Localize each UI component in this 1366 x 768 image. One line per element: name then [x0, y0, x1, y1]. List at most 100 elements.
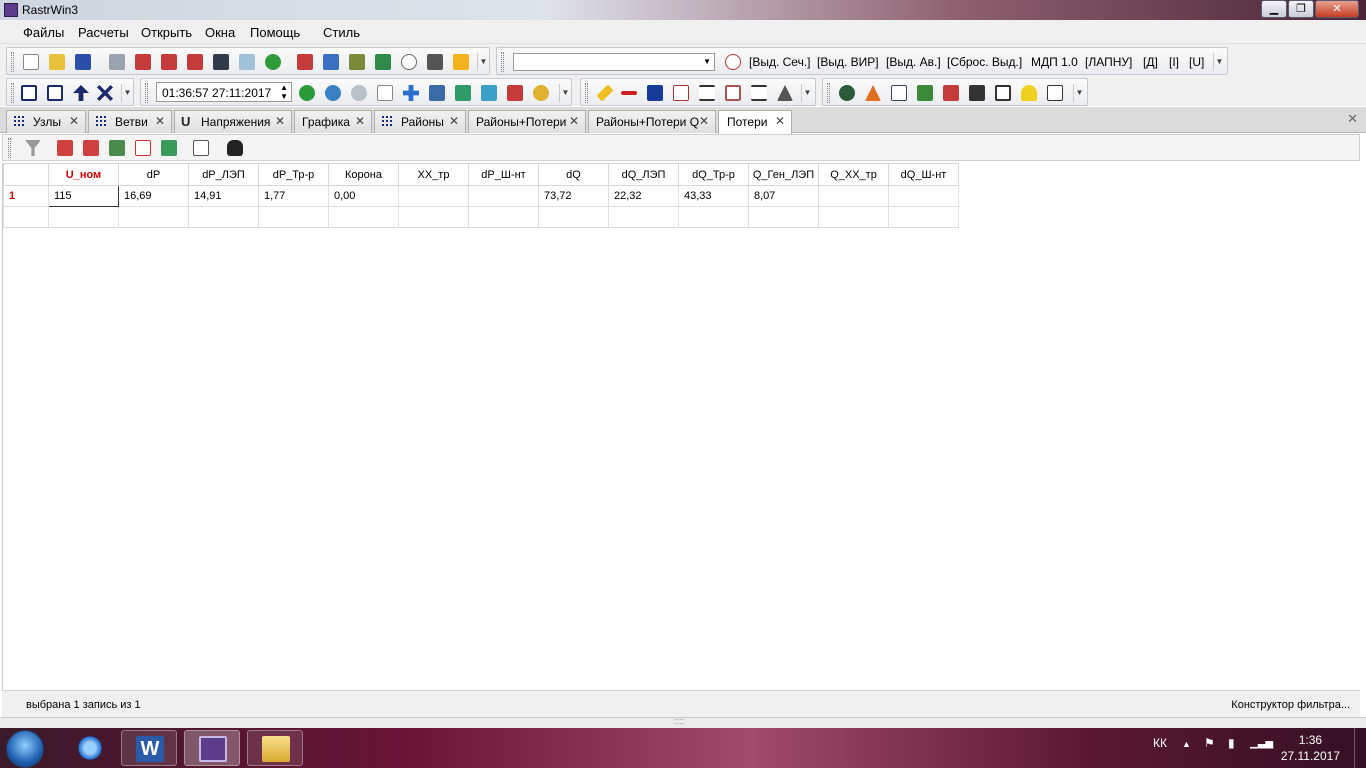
delete-row-icon[interactable] — [135, 140, 151, 156]
bug-icon[interactable] — [533, 85, 549, 101]
info-icon[interactable] — [401, 54, 417, 70]
u-button[interactable]: [U] — [1189, 55, 1204, 69]
bus-icon[interactable] — [647, 85, 663, 101]
column-header[interactable]: dP_Тр-р — [258, 163, 329, 186]
toolbar-grip[interactable] — [585, 83, 588, 103]
gauge-icon[interactable] — [725, 54, 741, 70]
line-icon[interactable] — [621, 91, 637, 95]
transformer-icon[interactable] — [725, 85, 741, 101]
tower-icon[interactable] — [777, 85, 793, 101]
fire-icon[interactable] — [865, 85, 881, 101]
column-header[interactable]: U_ном — [48, 163, 119, 186]
lamp-icon[interactable] — [1021, 85, 1037, 101]
new-file-icon[interactable] — [23, 54, 39, 70]
table-cell[interactable]: 22,32 — [608, 185, 679, 207]
save-icon[interactable] — [75, 54, 91, 70]
scheme-edit-icon[interactable] — [323, 54, 339, 70]
menu-style[interactable]: Стиль — [323, 25, 360, 40]
table-cell[interactable] — [48, 206, 119, 228]
open-folder-icon[interactable] — [49, 54, 65, 70]
select-accident-button[interactable]: [Выд. Ав.] — [886, 55, 941, 69]
table-cell[interactable] — [748, 206, 819, 228]
copy-table-icon[interactable] — [193, 140, 209, 156]
tab-losses[interactable]: Потери ✕ — [718, 110, 792, 134]
column-header[interactable]: Корона — [328, 163, 399, 186]
menu-calculations[interactable]: Расчеты — [78, 25, 129, 40]
close-icon[interactable]: ✕ — [699, 114, 709, 128]
plus-icon[interactable] — [403, 85, 419, 101]
marker-icon[interactable] — [481, 85, 497, 101]
toolbar-overflow-dropdown[interactable]: ▼ — [477, 53, 489, 71]
row-header-corner[interactable] — [3, 163, 49, 186]
new-record-row[interactable] — [3, 206, 959, 228]
table-cell[interactable] — [328, 206, 399, 228]
d-button[interactable]: [Д] — [1143, 55, 1158, 69]
reset-selection-button[interactable]: [Сброс. Выд.] — [947, 55, 1022, 69]
tab-nodes[interactable]: Узлы ✕ — [6, 110, 86, 133]
taskbar-ie[interactable] — [62, 730, 118, 766]
toolbar-overflow-dropdown[interactable]: ▼ — [1073, 84, 1085, 102]
taskbar-word[interactable]: W — [121, 730, 177, 766]
toolbar-overflow-dropdown[interactable]: ▼ — [1213, 53, 1225, 71]
table-cell[interactable] — [818, 206, 889, 228]
spin-arrows-icon[interactable]: ▲ ▼ — [280, 83, 288, 101]
network-delete-icon[interactable] — [161, 54, 177, 70]
tab-districts-losses[interactable]: Районы+Потери ✕ — [468, 110, 586, 133]
tab-districts-losses-q[interactable]: Районы+Потери Q ✕ — [588, 110, 716, 133]
maximize-button[interactable]: ❐ — [1288, 0, 1314, 18]
table-cell[interactable]: 8,07 — [748, 185, 819, 207]
filter-icon[interactable] — [25, 140, 41, 156]
row-number[interactable]: 1 — [3, 185, 49, 207]
close-icon[interactable]: ✕ — [449, 114, 459, 128]
toolbar-grip[interactable] — [11, 52, 14, 72]
toolbar-overflow-dropdown[interactable]: ▼ — [121, 84, 133, 102]
table-cell[interactable]: 73,72 — [538, 185, 609, 207]
minimize-button[interactable]: ▁ — [1261, 0, 1287, 18]
toolbar-grip[interactable] — [827, 83, 830, 103]
table-cell[interactable] — [468, 206, 539, 228]
column-header[interactable]: dP — [118, 163, 189, 186]
building-icon[interactable] — [1047, 85, 1063, 101]
mdp-button[interactable]: МДП 1.0 — [1031, 55, 1078, 69]
table-cell[interactable] — [678, 206, 749, 228]
table-cell[interactable] — [608, 206, 679, 228]
arm-srza-icon[interactable] — [673, 85, 689, 101]
group-edit-icon[interactable] — [161, 140, 177, 156]
close-icon[interactable]: ✕ — [569, 114, 579, 128]
table-view-icon[interactable] — [47, 85, 63, 101]
network-table-icon[interactable] — [917, 85, 933, 101]
clock[interactable]: 1:36 27.11.2017 — [1281, 732, 1340, 764]
column-header[interactable]: XX_тр — [398, 163, 469, 186]
table-cell[interactable] — [888, 206, 959, 228]
table-cell[interactable]: 16,69 — [118, 185, 189, 207]
search-settings-icon[interactable] — [351, 85, 367, 101]
toolbar-grip[interactable] — [8, 138, 11, 158]
taskbar-rastrwin[interactable] — [184, 730, 240, 766]
tab-branches[interactable]: Ветви ✕ — [88, 110, 172, 133]
network-icon[interactable] — [135, 54, 151, 70]
toolbar-overflow-dropdown[interactable]: ▼ — [559, 84, 571, 102]
column-header[interactable]: Q_Ген_ЛЭП — [748, 163, 819, 186]
menu-help[interactable]: Помощь — [250, 25, 300, 40]
record-icon[interactable] — [213, 54, 229, 70]
picture-icon[interactable] — [429, 85, 445, 101]
table-cell[interactable]: 14,91 — [188, 185, 259, 207]
network-search-icon[interactable] — [187, 54, 203, 70]
datetime-input[interactable]: 01:36:57 27:11:2017 ▲ ▼ — [156, 82, 292, 102]
taskbar-explorer[interactable] — [247, 730, 303, 766]
lapnu-button[interactable]: [ЛАПНУ] — [1085, 55, 1132, 69]
table-cell[interactable] — [258, 206, 329, 228]
table-cell[interactable] — [468, 185, 539, 207]
table-cell[interactable]: 115 — [48, 185, 119, 207]
recalc-icon[interactable] — [325, 85, 341, 101]
column-header[interactable]: dQ — [538, 163, 609, 186]
close-all-tabs-icon[interactable]: ✕ — [1347, 111, 1358, 127]
bookmark-icon[interactable] — [453, 54, 469, 70]
toolbar-grip[interactable] — [501, 52, 504, 72]
pencil-icon[interactable] — [596, 84, 614, 102]
excel-icon[interactable] — [375, 54, 391, 70]
tab-graphics[interactable]: Графика ✕ — [294, 110, 372, 133]
toolbar-overflow-dropdown[interactable]: ▼ — [801, 84, 813, 102]
table-cell[interactable] — [118, 206, 189, 228]
calculator-icon[interactable] — [455, 85, 471, 101]
